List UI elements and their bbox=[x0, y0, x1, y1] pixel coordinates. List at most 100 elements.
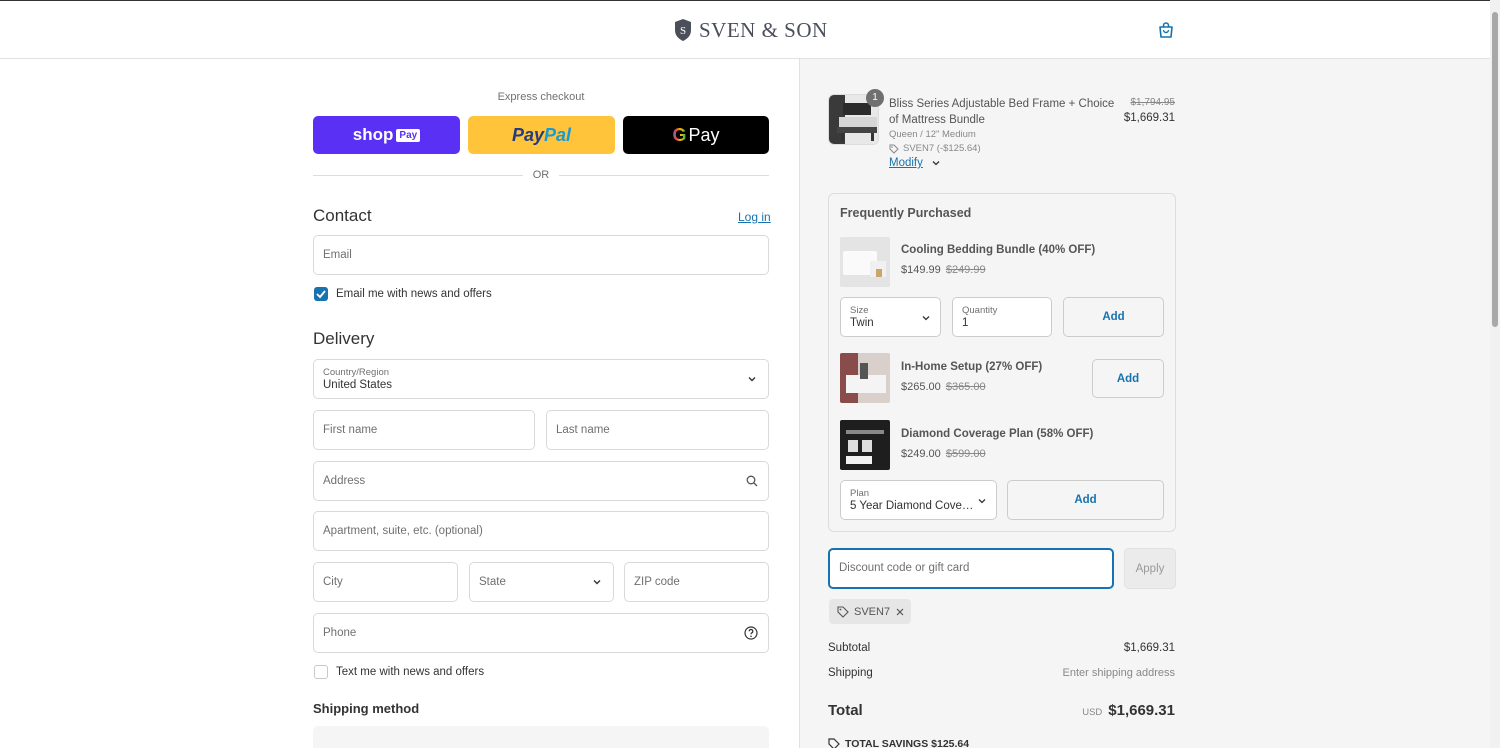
plan-select[interactable]: Plan 5 Year Diamond Covera... bbox=[840, 480, 997, 520]
login-link[interactable]: Log in bbox=[738, 210, 771, 224]
city-placeholder: City bbox=[323, 576, 343, 588]
frequently-purchased-title: Frequently Purchased bbox=[840, 206, 972, 220]
diamond-plan-old-price: $599.00 bbox=[945, 448, 986, 460]
total-savings-text: TOTAL SAVINGS $125.64 bbox=[845, 738, 970, 748]
help-circle-icon[interactable] bbox=[744, 626, 758, 640]
country-value: United States bbox=[323, 379, 393, 391]
discount-code-input[interactable]: Discount code or gift card bbox=[828, 548, 1114, 589]
applied-code-text: SVEN7 bbox=[854, 605, 891, 618]
add-diamond-plan-button[interactable]: Add bbox=[1007, 480, 1164, 520]
first-name-field[interactable]: First name bbox=[313, 410, 535, 450]
shop-pay-button[interactable]: shop Pay bbox=[313, 116, 460, 154]
applied-discount-tag: SVEN7 bbox=[829, 599, 911, 624]
tag-icon bbox=[837, 605, 849, 618]
state-placeholder: State bbox=[479, 576, 506, 588]
chevron-down-icon bbox=[932, 161, 940, 166]
paypal-text-part2: Pal bbox=[544, 124, 572, 145]
page-scrollbar[interactable] bbox=[1490, 0, 1500, 748]
cooling-bundle-name: Cooling Bedding Bundle (40% OFF) bbox=[901, 244, 1096, 256]
subtotal-label: Subtotal bbox=[828, 642, 871, 654]
sms-checkbox[interactable] bbox=[314, 665, 328, 679]
product-discount-text: SVEN7 (-$125.64) bbox=[903, 143, 981, 154]
add-in-home-setup-button[interactable]: Add bbox=[1092, 359, 1164, 398]
paypal-text: PayPal bbox=[512, 125, 571, 146]
brand-logo[interactable]: S SVEN & SON bbox=[673, 15, 828, 45]
cooling-bundle-thumbnail bbox=[840, 237, 890, 287]
discount-placeholder: Discount code or gift card bbox=[839, 562, 970, 574]
state-select[interactable]: State bbox=[469, 562, 614, 602]
close-icon[interactable] bbox=[895, 607, 905, 617]
address-field[interactable]: Address bbox=[313, 461, 769, 501]
currency-code: USD bbox=[1082, 707, 1103, 718]
checkmark-icon bbox=[316, 290, 326, 299]
shipping-method-title: Shipping method bbox=[313, 701, 420, 716]
bedding-image bbox=[840, 237, 890, 287]
size-label: Size bbox=[850, 305, 869, 316]
google-g-icon: G bbox=[672, 124, 687, 145]
last-name-field[interactable]: Last name bbox=[546, 410, 769, 450]
tag-icon bbox=[828, 738, 840, 748]
size-value: Twin bbox=[850, 317, 874, 329]
apartment-placeholder: Apartment, suite, etc. (optional) bbox=[323, 525, 483, 537]
newsletter-checkbox[interactable] bbox=[314, 287, 328, 301]
chevron-down-icon bbox=[922, 316, 930, 321]
add-cooling-bundle-button[interactable]: Add bbox=[1063, 297, 1164, 337]
diamond-plan-price: $249.00 $599.00 bbox=[901, 448, 986, 460]
product-discount: SVEN7 (-$125.64) bbox=[889, 143, 981, 154]
plan-value: 5 Year Diamond Covera... bbox=[850, 500, 975, 512]
shield-logo-icon: S bbox=[675, 19, 691, 41]
email-field[interactable]: Email bbox=[313, 235, 769, 275]
bedroom-image bbox=[840, 353, 890, 403]
diamond-plan-name: Diamond Coverage Plan (58% OFF) bbox=[901, 428, 1094, 440]
brand-name: SVEN & SON bbox=[699, 17, 828, 42]
shop-pay-text: shop bbox=[352, 125, 394, 144]
size-select[interactable]: Size Twin bbox=[840, 297, 941, 337]
product-variant: Queen / 12" Medium bbox=[889, 129, 976, 140]
shipping-method-box bbox=[313, 726, 769, 748]
country-label: Country/Region bbox=[323, 367, 390, 378]
cooling-bundle-price: $149.99 $249.99 bbox=[901, 264, 986, 276]
contact-title: Contact bbox=[313, 206, 372, 225]
quantity-input[interactable]: Quantity 1 bbox=[952, 297, 1052, 337]
apartment-field[interactable]: Apartment, suite, etc. (optional) bbox=[313, 511, 769, 551]
phone-field[interactable]: Phone bbox=[313, 613, 769, 653]
paypal-text-part1: Pay bbox=[511, 124, 544, 145]
product-name: Bliss Series Adjustable Bed Frame + Choi… bbox=[889, 98, 1115, 126]
diamond-plan-sale-price: $249.00 bbox=[901, 448, 941, 460]
diamond-plan-thumbnail bbox=[840, 420, 890, 470]
address-placeholder: Address bbox=[323, 475, 366, 487]
chevron-down-icon bbox=[978, 499, 986, 504]
sms-label: Text me with news and offers bbox=[336, 666, 485, 678]
country-select[interactable]: Country/Region United States bbox=[313, 359, 769, 399]
zip-placeholder: ZIP code bbox=[634, 576, 680, 588]
in-home-setup-name: In-Home Setup (27% OFF) bbox=[901, 361, 1043, 373]
cooling-bundle-sale-price: $149.99 bbox=[901, 264, 941, 276]
quantity-value: 1 bbox=[962, 317, 969, 329]
total-value: USD $1,669.31 bbox=[1082, 702, 1175, 719]
modify-label: Modify bbox=[889, 157, 923, 169]
product-original-price: $1,794.95 bbox=[1130, 97, 1176, 108]
paypal-button[interactable]: PayPal bbox=[468, 116, 615, 154]
or-divider-text: OR bbox=[532, 169, 550, 181]
site-header: S SVEN & SON bbox=[0, 0, 1490, 59]
cooling-bundle-old-price: $249.99 bbox=[945, 264, 986, 276]
newsletter-label: Email me with news and offers bbox=[336, 288, 492, 300]
quantity-label: Quantity bbox=[962, 305, 998, 316]
svg-text:S: S bbox=[680, 25, 686, 37]
in-home-setup-sale-price: $265.00 bbox=[901, 381, 941, 393]
google-pay-button[interactable]: G Pay bbox=[623, 116, 769, 154]
city-field[interactable]: City bbox=[313, 562, 458, 602]
modify-link[interactable]: Modify bbox=[889, 157, 941, 169]
zip-field[interactable]: ZIP code bbox=[624, 562, 769, 602]
first-name-placeholder: First name bbox=[323, 424, 378, 436]
google-pay-label: Pay bbox=[688, 124, 720, 145]
shopping-bag-icon[interactable] bbox=[1157, 21, 1175, 39]
tag-icon bbox=[889, 144, 899, 154]
express-checkout-label: Express checkout bbox=[497, 91, 585, 103]
apply-discount-button[interactable]: Apply bbox=[1124, 548, 1176, 589]
total-amount: $1,669.31 bbox=[1108, 702, 1175, 719]
divider-right bbox=[559, 175, 769, 176]
scrollbar-thumb[interactable] bbox=[1492, 12, 1498, 327]
coverage-card-image bbox=[840, 420, 890, 470]
email-placeholder: Email bbox=[323, 249, 352, 261]
